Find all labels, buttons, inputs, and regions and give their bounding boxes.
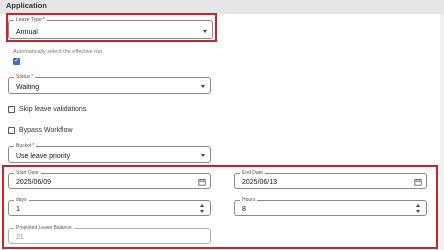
bypass-workflow-label: Bypass Workflow	[19, 127, 73, 134]
skip-validations-checkbox[interactable]	[8, 106, 15, 113]
calendar-icon[interactable]	[198, 178, 206, 186]
status-value: Waiting	[16, 84, 40, 91]
hours-label: Hours	[240, 196, 258, 204]
scrollbar[interactable]	[440, 14, 444, 250]
stepper-down-icon[interactable]	[416, 210, 420, 213]
start-date-label: Start Date	[14, 169, 41, 177]
days-label: days	[14, 196, 29, 204]
hours-stepper[interactable]	[416, 204, 421, 214]
stepper-down-icon[interactable]	[200, 210, 204, 213]
bypass-workflow-checkbox[interactable]	[8, 127, 15, 134]
required-marker: *	[42, 17, 45, 23]
stepper-up-icon[interactable]	[416, 204, 420, 207]
status-label: Status	[16, 74, 31, 80]
chevron-down-icon	[201, 154, 205, 157]
end-date-label: End Date	[240, 169, 265, 177]
start-date-field[interactable]: Start Date 2025/06/09	[8, 169, 211, 189]
auto-effective-run-checkbox[interactable]: ✓	[13, 58, 20, 65]
hours-value: 8	[242, 206, 246, 213]
projected-balance-value: 21	[16, 234, 24, 241]
status-select[interactable]: Status* Waiting	[8, 73, 211, 94]
leave-type-label: Leave Type	[16, 17, 42, 23]
leave-type-select[interactable]: Leave Type* Annual	[8, 16, 213, 39]
projected-balance-label: Projected Leave Balance	[14, 224, 74, 232]
start-date-value: 2025/06/09	[16, 179, 52, 186]
days-stepper[interactable]	[200, 204, 205, 214]
section-header: Application	[0, 0, 444, 14]
days-value: 1	[16, 206, 20, 213]
calendar-icon[interactable]	[414, 178, 422, 186]
hours-field[interactable]: Hours 8	[234, 196, 427, 216]
leave-type-value: Annual	[16, 29, 38, 36]
bucket-label: Bucket	[16, 143, 32, 149]
required-marker: *	[31, 74, 34, 80]
section-title: Application	[6, 1, 47, 10]
auto-effective-run-label: Automatically select the effective run	[13, 49, 103, 55]
skip-validations-label: Skip leave validations	[19, 106, 87, 113]
end-date-value: 2025/06/13	[242, 179, 278, 186]
end-date-field[interactable]: End Date 2025/06/13	[234, 169, 427, 189]
required-marker: *	[32, 143, 35, 149]
projected-balance-field: Projected Leave Balance 21	[8, 224, 211, 244]
bucket-select[interactable]: Bucket* Use leave priority	[8, 142, 211, 163]
bucket-value: Use leave priority	[16, 153, 71, 160]
chevron-down-icon	[201, 85, 205, 88]
chevron-down-icon	[203, 30, 207, 33]
stepper-up-icon[interactable]	[200, 204, 204, 207]
days-field[interactable]: days 1	[8, 196, 211, 216]
